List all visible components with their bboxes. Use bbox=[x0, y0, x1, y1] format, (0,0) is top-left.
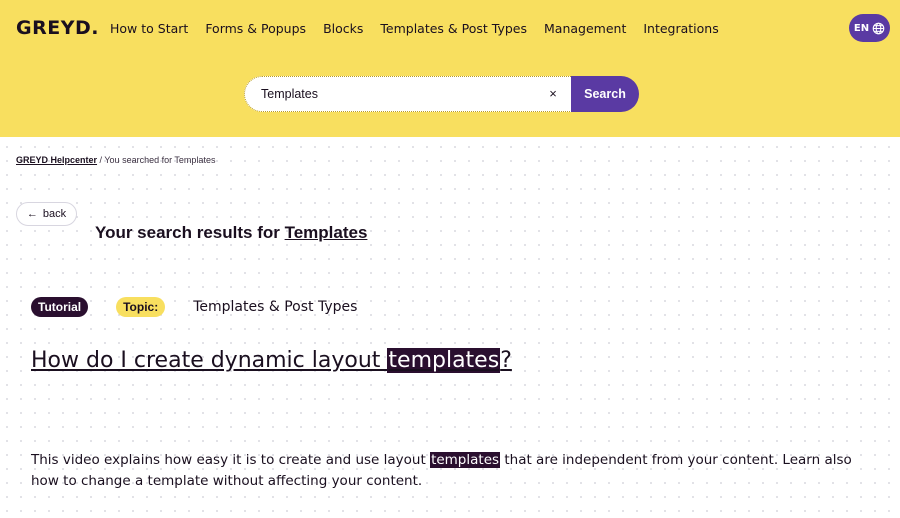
result-tags: Tutorial Topic: Templates & Post Types bbox=[31, 297, 357, 317]
clear-search-button[interactable]: × bbox=[544, 85, 562, 103]
breadcrumb: GREYD Helpcenter / You searched for Temp… bbox=[16, 155, 215, 165]
arrow-left-icon: ← bbox=[26, 208, 38, 220]
result-desc-highlight: templates bbox=[430, 452, 501, 468]
result-title-text: How do I create dynamic layout bbox=[31, 348, 388, 373]
results-heading: Your search results for Templates bbox=[95, 223, 367, 243]
result-title-end: ? bbox=[500, 348, 512, 373]
language-code: EN bbox=[853, 22, 870, 34]
result-description: This video explains how easy it is to cr… bbox=[31, 450, 871, 492]
site-header: GREYD. How to Start Forms & Popups Block… bbox=[0, 0, 900, 137]
search-form: × Search bbox=[244, 76, 639, 112]
nav-management[interactable]: Management bbox=[544, 21, 626, 36]
topic-name[interactable]: Templates & Post Types bbox=[193, 299, 357, 315]
search-button[interactable]: Search bbox=[571, 76, 639, 112]
results-heading-prefix: Your search results for bbox=[95, 223, 285, 242]
tutorial-badge: Tutorial bbox=[31, 297, 89, 317]
greyd-logo[interactable]: GREYD. bbox=[16, 17, 99, 39]
breadcrumb-current: You searched for Templates bbox=[104, 155, 216, 165]
result-title-highlight: templates bbox=[387, 348, 501, 373]
result-desc-start: This video explains how easy it is to cr… bbox=[31, 452, 431, 468]
breadcrumb-home-link[interactable]: GREYD Helpcenter bbox=[16, 155, 97, 165]
back-button[interactable]: ← back bbox=[16, 202, 77, 226]
search-input[interactable] bbox=[244, 76, 576, 112]
nav-blocks[interactable]: Blocks bbox=[323, 21, 363, 36]
topic-badge: Topic: bbox=[116, 297, 166, 317]
nav-forms-popups[interactable]: Forms & Popups bbox=[205, 21, 306, 36]
language-switcher[interactable]: EN bbox=[849, 14, 890, 42]
back-label: back bbox=[42, 208, 67, 220]
nav-integrations[interactable]: Integrations bbox=[643, 21, 718, 36]
results-search-term: Templates bbox=[284, 223, 368, 242]
nav-templates-post-types[interactable]: Templates & Post Types bbox=[380, 21, 527, 36]
result-title-link[interactable]: How do I create dynamic layout templates… bbox=[31, 348, 512, 373]
globe-icon bbox=[872, 22, 885, 34]
nav-how-to-start[interactable]: How to Start bbox=[110, 21, 188, 36]
main-nav: How to Start Forms & Popups Blocks Templ… bbox=[110, 21, 736, 36]
